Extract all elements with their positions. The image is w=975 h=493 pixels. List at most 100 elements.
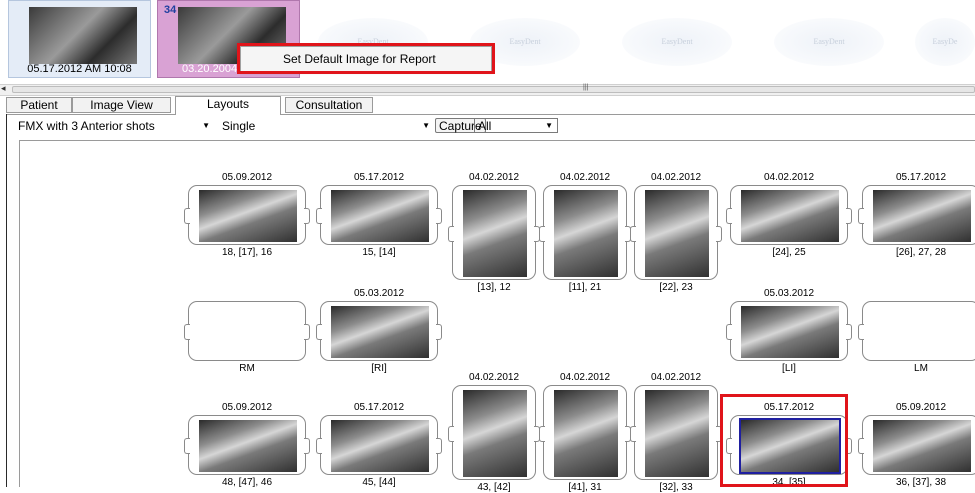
xray-image [331, 420, 429, 472]
xray-frame[interactable] [539, 185, 631, 280]
mode-select-value: Single [222, 119, 256, 133]
horizontal-scrollbar[interactable]: ◂ ||| [0, 83, 975, 96]
tooth-label: [32], 33 [659, 482, 693, 493]
empty-thumbnail-slot: EasyDent [774, 18, 884, 66]
xray-frame[interactable] [316, 415, 442, 475]
xray-image [873, 190, 971, 242]
tab-image-view[interactable]: Image View [72, 97, 171, 113]
fmx-slot[interactable]: RM [184, 288, 310, 374]
xray-frame[interactable] [448, 185, 540, 280]
frame-tab [858, 324, 864, 340]
tooth-label: 48, [47], 46 [221, 477, 273, 488]
tab-consultation[interactable]: Consultation [285, 97, 373, 113]
xray-image [463, 390, 527, 477]
xray-image [199, 190, 297, 242]
frame-tab [304, 438, 310, 454]
frame-tab [539, 225, 545, 242]
frame-tab [316, 324, 322, 340]
tab-layouts[interactable]: Layouts [175, 96, 281, 115]
xray-frame[interactable] [316, 185, 442, 245]
frame-tab [436, 208, 442, 224]
xray-frame[interactable] [726, 185, 852, 245]
fmx-slot[interactable]: 04.02.2012 [22], 23 [630, 172, 722, 293]
xray-image [463, 190, 527, 277]
xray-image [645, 190, 709, 277]
grip-icon: ||| [583, 84, 589, 91]
fmx-slot[interactable]: 05.09.2012 48, [47], 46 [184, 402, 310, 488]
frame-tab [716, 225, 722, 242]
xray-image [741, 190, 839, 242]
xray-frame[interactable] [630, 385, 722, 480]
empty-thumbnail-slot: EasyDent [622, 18, 732, 66]
fmx-slot[interactable]: 04.02.2012 [11], 21 [539, 172, 631, 293]
tooth-label: 45, [44] [362, 477, 396, 488]
slot-date: 04.02.2012 [650, 372, 702, 383]
frame-tab [539, 425, 545, 442]
frame-tab [304, 208, 310, 224]
frame-tab [726, 208, 732, 224]
thumbnail-image-1[interactable]: 05.17.2012 AM 10:08 [8, 0, 151, 78]
slot-date: 05.17.2012 [353, 172, 405, 183]
frame-tab [846, 324, 852, 340]
fmx-slot[interactable]: 05.17.2012 34, [35] [726, 402, 852, 488]
dropdown-arrow-icon: ▼ [202, 121, 210, 130]
scrollbar-thumb[interactable]: ||| [12, 84, 975, 93]
xray-frame[interactable] [858, 301, 975, 361]
slot-date: 05.03.2012 [763, 288, 815, 299]
frame-tab [184, 208, 190, 224]
fmx-slot[interactable]: 04.02.2012 [32], 33 [630, 372, 722, 493]
xray-frame[interactable] [448, 385, 540, 480]
tooth-label: [24], 25 [772, 247, 806, 258]
dropdown-arrow-icon: ▼ [545, 121, 553, 130]
xray-frame[interactable] [858, 415, 975, 475]
tooth-label: 36, [37], 38 [895, 477, 947, 488]
fmx-slot[interactable]: 04.02.2012 [41], 31 [539, 372, 631, 493]
frame-tab [846, 208, 852, 224]
fmx-slot[interactable]: 05.17.2012 15, [14] [316, 172, 442, 258]
fmx-slot[interactable]: 05.17.2012 [26], 27, 28 [858, 172, 975, 258]
xray-image [331, 306, 429, 358]
fmx-slot[interactable]: 05.09.2012 18, [17], 16 [184, 172, 310, 258]
fmx-slot[interactable]: 04.02.2012 43, [42] [448, 372, 540, 493]
frame-tab [448, 225, 454, 242]
tooth-label: [41], 31 [568, 482, 602, 493]
tab-bar: Patient Image View Layouts Consultation [6, 96, 975, 115]
fmx-slot[interactable]: 05.09.2012 36, [37], 38 [858, 402, 975, 488]
fmx-slot[interactable]: 05.17.2012 45, [44] [316, 402, 442, 488]
frame-tab [184, 324, 190, 340]
filter-select[interactable]: All ▼ [474, 118, 558, 133]
panel-border [6, 114, 7, 487]
tooth-label: [LI] [782, 363, 796, 374]
xray-frame[interactable] [858, 185, 975, 245]
fmx-slot[interactable]: 04.02.2012 [24], 25 [726, 172, 852, 258]
context-menu: Set Default Image for Report [240, 46, 492, 72]
xray-image [554, 190, 618, 277]
scroll-left-icon[interactable]: ◂ [1, 83, 6, 94]
slot-date: 04.02.2012 [468, 372, 520, 383]
fmx-slot[interactable]: 05.03.2012 [RI] [316, 288, 442, 374]
xray-frame[interactable] [184, 301, 310, 361]
xray-frame[interactable] [726, 301, 852, 361]
tab-patient[interactable]: Patient [6, 97, 72, 113]
xray-frame[interactable] [630, 185, 722, 280]
frame-tab [436, 324, 442, 340]
frame-tab [184, 438, 190, 454]
menu-item-set-default-image[interactable]: Set Default Image for Report [283, 52, 436, 66]
xray-frame[interactable] [316, 301, 442, 361]
layout-select[interactable]: FMX with 3 Anterior shots ▼ [18, 118, 214, 134]
slot-date: 04.02.2012 [763, 172, 815, 183]
slot-date: 05.17.2012 [895, 172, 947, 183]
xray-frame[interactable] [726, 415, 852, 475]
fmx-slot[interactable]: 05.03.2012 [LI] [726, 288, 852, 374]
fmx-slot[interactable]: 04.02.2012 [13], 12 [448, 172, 540, 293]
xray-image [645, 390, 709, 477]
tooth-label: [13], 12 [477, 282, 511, 293]
xray-frame[interactable] [184, 415, 310, 475]
xray-frame[interactable] [184, 185, 310, 245]
xray-image [739, 418, 841, 474]
tooth-label: 18, [17], 16 [221, 247, 273, 258]
fmx-slot[interactable]: LM [858, 288, 975, 374]
xray-frame[interactable] [539, 385, 631, 480]
mode-select[interactable]: Single ▼ [222, 118, 434, 134]
thumbnail-caption: 05.17.2012 AM 10:08 [27, 63, 132, 75]
